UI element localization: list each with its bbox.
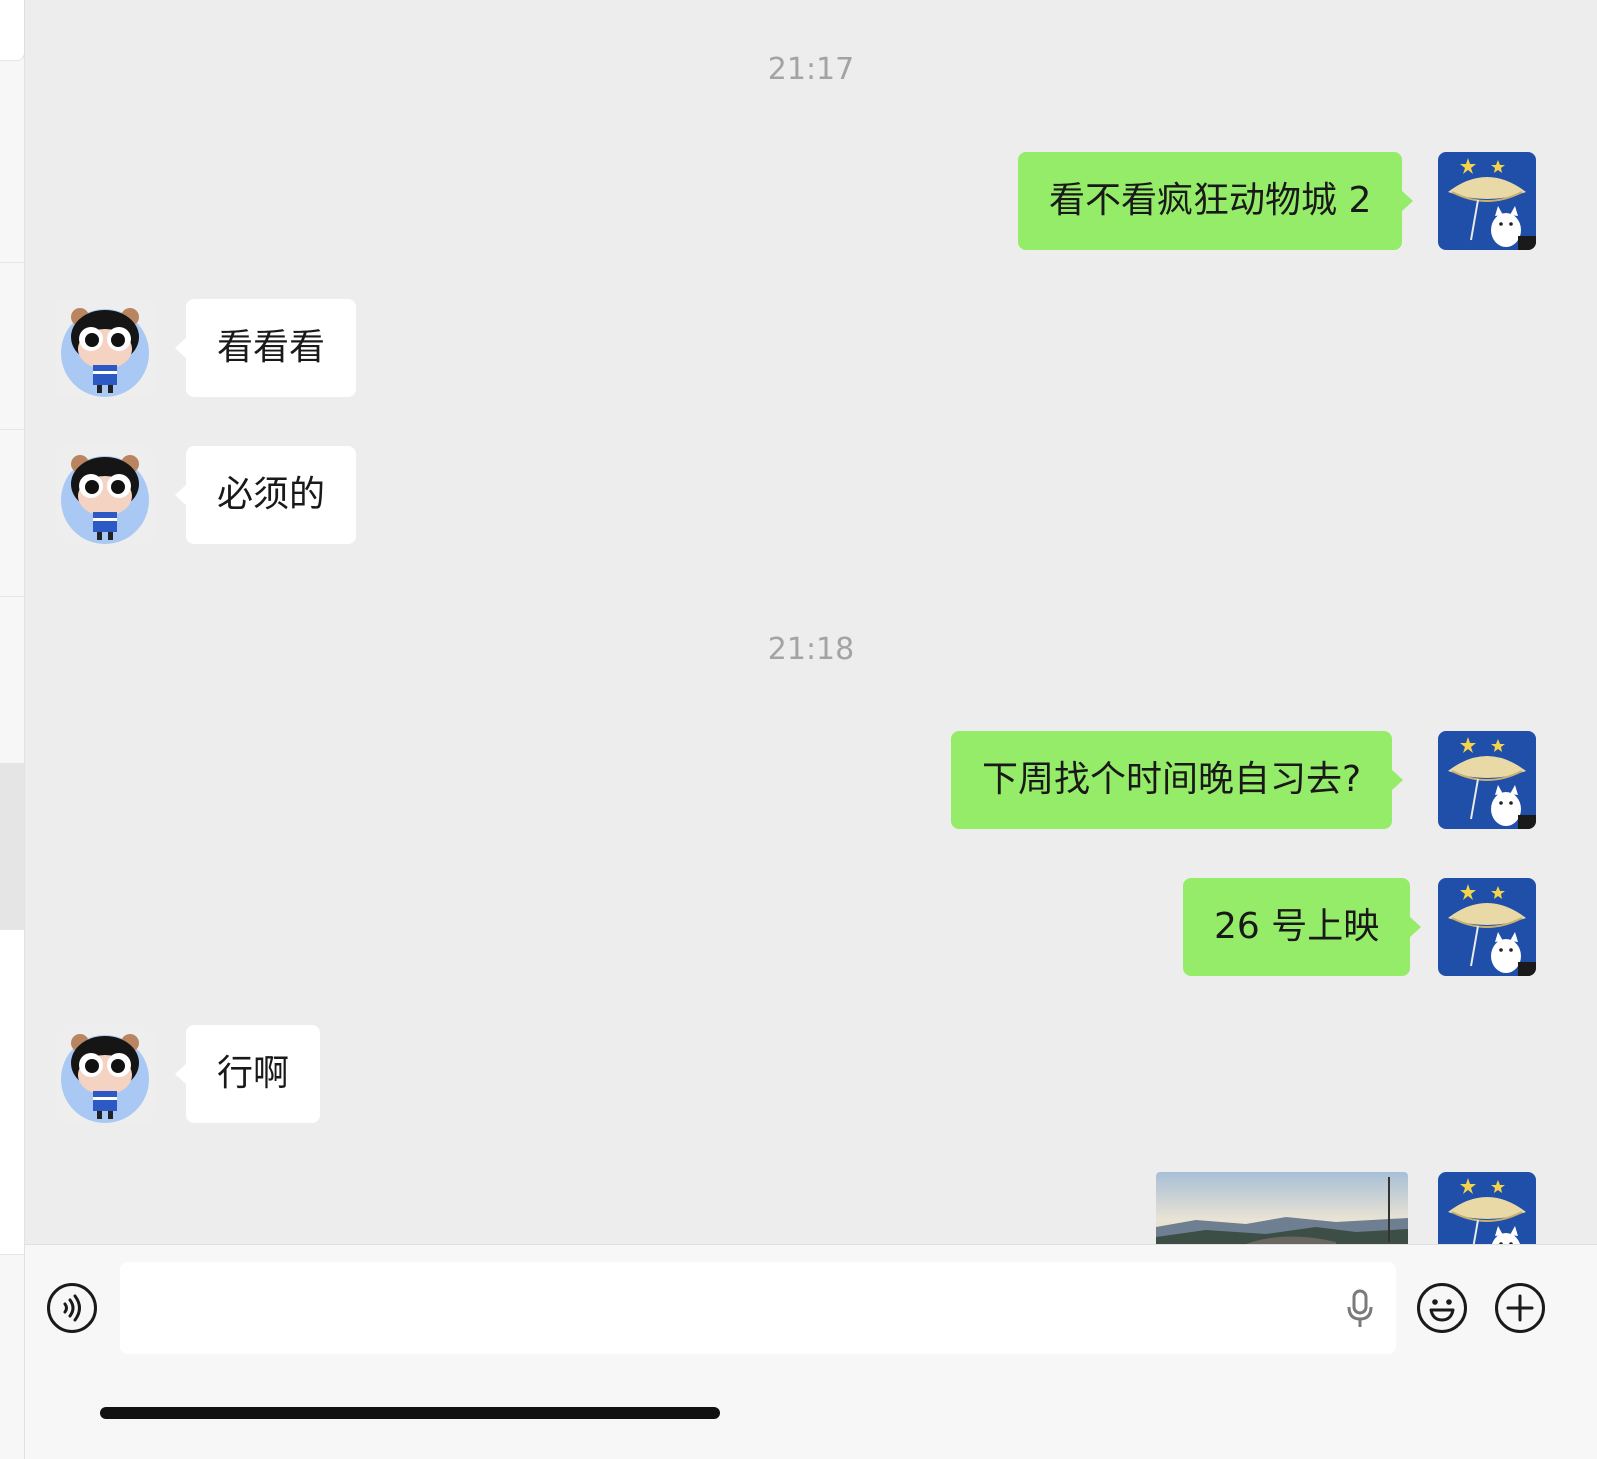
input-bar (25, 1244, 1597, 1459)
home-indicator[interactable] (100, 1407, 720, 1419)
conversation-list-edge (0, 0, 25, 1459)
cat-umbrella-avatar-icon (1438, 878, 1536, 976)
voice-toggle-button[interactable] (47, 1283, 97, 1333)
cat-umbrella-avatar-icon (1438, 731, 1536, 829)
list-cell[interactable] (0, 262, 24, 430)
my-message-bubble[interactable]: 看不看疯狂动物城 2 (1018, 152, 1414, 250)
message-list[interactable]: 21:17 看不看疯狂动物城 2 看看看 必须的 21:18 下周找个时间晚自习… (25, 0, 1597, 1272)
list-cell[interactable] (0, 596, 24, 764)
list-cell[interactable] (0, 0, 25, 61)
cat-umbrella-avatar-icon (1438, 152, 1536, 250)
contact-message-bubble[interactable]: 行啊 (174, 1025, 321, 1123)
timestamp: 21:18 (767, 632, 855, 667)
contact-avatar[interactable] (56, 299, 154, 397)
list-cell[interactable] (0, 1097, 24, 1255)
cartoon-girl-avatar-icon (56, 299, 154, 397)
list-cell-selected[interactable] (0, 763, 24, 931)
my-message-bubble[interactable]: 26 号上映 (1183, 878, 1422, 976)
emoji-icon (1429, 1299, 1455, 1322)
cartoon-girl-avatar-icon (56, 446, 154, 544)
my-avatar[interactable] (1438, 152, 1536, 250)
contact-avatar[interactable] (56, 446, 154, 544)
message-input[interactable] (120, 1262, 1396, 1354)
emoji-button[interactable] (1417, 1283, 1467, 1333)
contact-message-bubble[interactable]: 看看看 (174, 299, 357, 397)
more-button[interactable] (1495, 1283, 1545, 1333)
my-message-bubble[interactable]: 下周找个时间晚自习去? (951, 731, 1404, 829)
my-avatar[interactable] (1438, 731, 1536, 829)
list-cell[interactable] (0, 930, 24, 1098)
plus-icon (1506, 1294, 1534, 1322)
list-cell[interactable] (0, 95, 24, 263)
wechat-chat-screen: 21:17 看不看疯狂动物城 2 看看看 必须的 21:18 下周找个时间晚自习… (0, 0, 1597, 1459)
contact-message-bubble[interactable]: 必须的 (174, 446, 357, 544)
my-avatar[interactable] (1438, 878, 1536, 976)
voice-toggle-icon (63, 1294, 81, 1322)
list-cell[interactable] (0, 429, 24, 597)
timestamp: 21:17 (767, 52, 855, 87)
contact-avatar[interactable] (56, 1025, 154, 1123)
cartoon-girl-avatar-icon (56, 1025, 154, 1123)
microphone-icon[interactable] (1345, 1289, 1375, 1329)
